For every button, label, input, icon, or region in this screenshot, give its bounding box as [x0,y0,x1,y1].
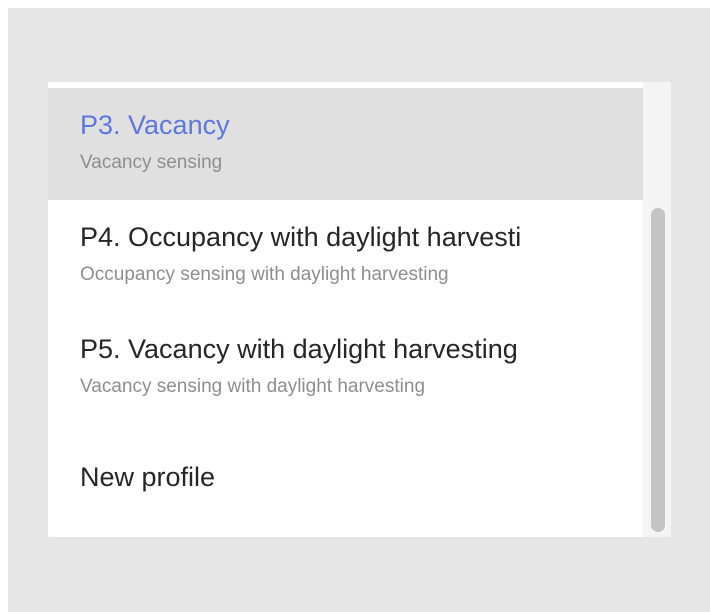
list-item-subtitle: Vacancy sensing with daylight harvesting [80,376,426,397]
profile-list-panel: P3. Vacancy Vacancy sensing P4. Occupanc… [48,82,671,537]
list-item-new-profile[interactable]: New profile [48,424,643,524]
list-item-title: P4. Occupancy with daylight harvesti [80,222,522,252]
scrollbar-thumb[interactable] [651,208,665,532]
list-item-p3-vacancy[interactable]: P3. Vacancy Vacancy sensing [48,88,643,200]
new-profile-label: New profile [80,462,216,492]
list-item-title: P3. Vacancy [80,110,230,140]
list-item-p4-occupancy-daylight[interactable]: P4. Occupancy with daylight harvesti Occ… [48,200,643,312]
list-item-title: P5. Vacancy with daylight harvesting [80,334,518,364]
list-item-subtitle: Vacancy sensing [80,152,223,173]
list-item-subtitle: Occupancy sensing with daylight harvesti… [80,264,449,285]
profile-list: P3. Vacancy Vacancy sensing P4. Occupanc… [48,88,643,524]
list-item-p5-vacancy-daylight[interactable]: P5. Vacancy with daylight harvesting Vac… [48,312,643,424]
